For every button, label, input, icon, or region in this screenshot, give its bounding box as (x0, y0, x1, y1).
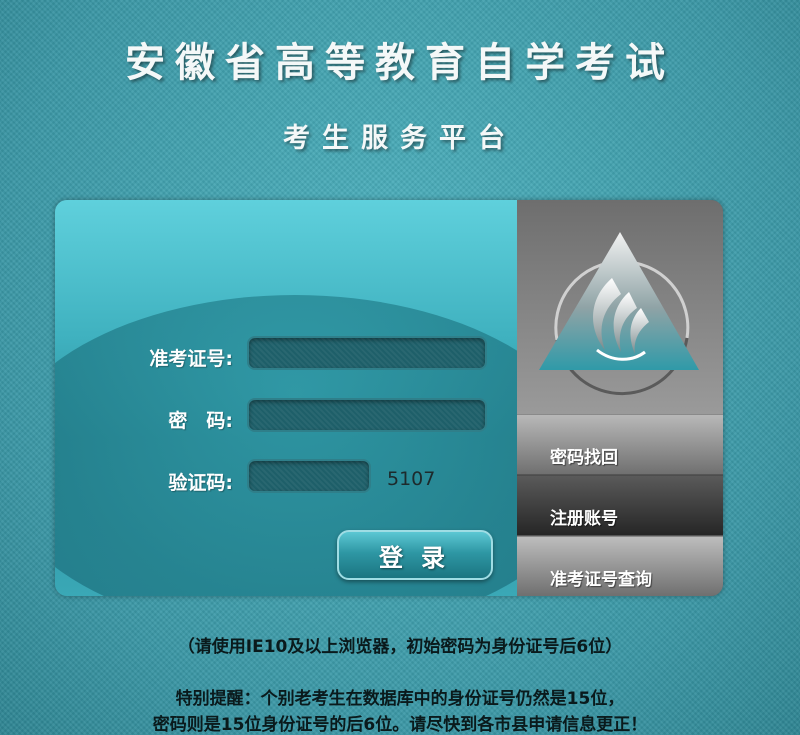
captcha-label: 验证码: (168, 472, 233, 494)
password-label: 密 码: (168, 410, 233, 432)
sidebar-item-exam-id-lookup[interactable]: 准考证号查询 (517, 536, 723, 596)
sidebar: 密码找回 注册账号 准考证号查询 (517, 200, 723, 596)
special-notice-line2: 密码则是15位身份证号的后6位。请尽快到各市县申请信息更正！ (152, 715, 648, 735)
login-button[interactable]: 登录 (337, 530, 493, 580)
sidebar-item-password-recovery[interactable]: 密码找回 (517, 414, 723, 474)
triangle-flame-emblem-icon (539, 232, 699, 396)
page-subtitle: 考生服务平台 (283, 123, 517, 154)
special-notice-line1: 特别提醒：个别老考生在数据库中的身份证号仍然是15位， (175, 689, 625, 709)
sidebar-item-register-account[interactable]: 注册账号 (517, 475, 723, 535)
exam-id-label: 准考证号: (149, 348, 233, 370)
page-title: 安徽省高等教育自学考试 (125, 39, 675, 86)
login-panel: 准考证号: 密 码: 验证码: 5107 登录 密码找回 注册账号 准考证号查询 (55, 200, 723, 596)
logo-area (517, 200, 723, 414)
login-form: 准考证号: 密 码: 验证码: 5107 登录 (55, 200, 595, 596)
password-input[interactable] (247, 398, 487, 432)
browser-hint: （请使用IE10及以上浏览器，初始密码为身份证号后6位） (177, 637, 623, 657)
captcha-input[interactable] (247, 459, 371, 493)
captcha-code[interactable]: 5107 (387, 468, 435, 490)
exam-id-input[interactable] (247, 336, 487, 370)
